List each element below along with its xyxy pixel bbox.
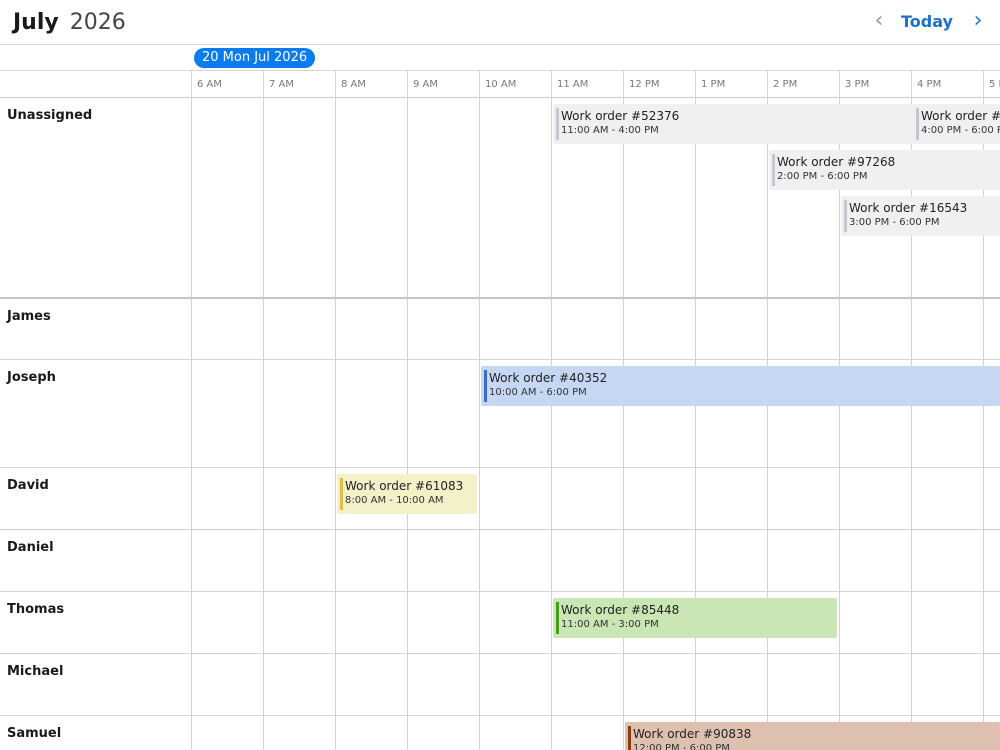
event-work-order-8[interactable]: Work order #8 4:00 PM - 6:00 PM xyxy=(913,104,1000,144)
calendar-header: July 2026 ‹ Today › xyxy=(0,0,1000,45)
today-button[interactable]: Today xyxy=(901,12,953,31)
time-divider xyxy=(911,71,912,98)
event-title: Work order #40352 xyxy=(489,371,608,385)
event-color-bar xyxy=(844,200,847,232)
event-color-bar xyxy=(772,154,775,186)
time-label: 8 AM xyxy=(341,79,367,90)
resource-name: Samuel xyxy=(7,726,62,741)
time-divider xyxy=(479,71,480,98)
event-title: Work order #52376 xyxy=(561,109,680,123)
time-header: 6 AM 7 AM 8 AM 9 AM 10 AM 11 AM 12 PM 1 … xyxy=(0,70,1000,98)
resource-name: David xyxy=(7,478,49,493)
resource-name: Michael xyxy=(7,664,64,679)
event-time: 3:00 PM - 6:00 PM xyxy=(849,217,940,228)
time-label: 2 PM xyxy=(773,79,798,90)
time-label: 5 P xyxy=(989,79,1000,90)
time-label: 10 AM xyxy=(485,79,517,90)
time-divider xyxy=(407,71,408,98)
year-label: 2026 xyxy=(69,10,126,35)
time-label: 11 AM xyxy=(557,79,589,90)
event-time: 8:00 AM - 10:00 AM xyxy=(345,495,444,506)
resource-row-thomas: Thomas xyxy=(0,592,1000,654)
time-divider xyxy=(767,71,768,98)
resource-row-michael: Michael xyxy=(0,654,1000,716)
time-divider xyxy=(839,71,840,98)
event-work-order-90838[interactable]: Work order #90838 12:00 PM - 6:00 PM xyxy=(625,722,1000,750)
event-work-order-97268[interactable]: Work order #97268 2:00 PM - 6:00 PM xyxy=(769,150,1000,190)
event-time: 2:00 PM - 6:00 PM xyxy=(777,171,868,182)
time-label: 6 AM xyxy=(197,79,223,90)
event-color-bar xyxy=(484,370,487,402)
time-label: 7 AM xyxy=(269,79,295,90)
event-time: 12:00 PM - 6:00 PM xyxy=(633,743,730,750)
time-label: 3 PM xyxy=(845,79,870,90)
event-time: 4:00 PM - 6:00 PM xyxy=(921,125,1000,136)
time-label: 12 PM xyxy=(629,79,660,90)
resource-row-james: James xyxy=(0,299,1000,360)
time-divider xyxy=(335,71,336,98)
event-work-order-61083[interactable]: Work order #61083 8:00 AM - 10:00 AM xyxy=(337,474,477,514)
time-divider xyxy=(263,71,264,98)
event-color-bar xyxy=(916,108,919,140)
chevron-right-icon[interactable]: › xyxy=(967,10,989,34)
resource-name: Daniel xyxy=(7,540,54,555)
event-title: Work order #85448 xyxy=(561,603,680,617)
event-color-bar xyxy=(628,726,631,750)
resource-name: Thomas xyxy=(7,602,65,617)
time-divider xyxy=(983,71,984,98)
page-title: July 2026 xyxy=(13,9,126,37)
month-label: July xyxy=(13,10,59,35)
event-title: Work order #97268 xyxy=(777,155,896,169)
time-divider xyxy=(623,71,624,98)
time-label: 4 PM xyxy=(917,79,942,90)
event-title: Work order #16543 xyxy=(849,201,968,215)
event-title: Work order #8 xyxy=(921,109,1000,123)
resource-name: Unassigned xyxy=(7,108,93,123)
chevron-left-icon[interactable]: ‹ xyxy=(868,10,890,34)
resource-row-david: David xyxy=(0,468,1000,530)
resource-name: James xyxy=(7,309,51,324)
event-time: 10:00 AM - 6:00 PM xyxy=(489,387,587,398)
event-color-bar xyxy=(340,478,343,510)
time-label: 9 AM xyxy=(413,79,439,90)
time-divider xyxy=(551,71,552,98)
time-divider xyxy=(695,71,696,98)
date-badge[interactable]: 20 Mon Jul 2026 xyxy=(194,48,316,68)
time-label: 1 PM xyxy=(701,79,726,90)
event-work-order-16543[interactable]: Work order #16543 3:00 PM - 6:00 PM xyxy=(841,196,1000,236)
schedule-grid: Unassigned James Joseph David Daniel Tho… xyxy=(0,98,1000,750)
event-work-order-52376[interactable]: Work order #52376 11:00 AM - 4:00 PM xyxy=(553,104,915,144)
event-color-bar xyxy=(556,108,559,140)
event-time: 11:00 AM - 4:00 PM xyxy=(561,125,659,136)
event-work-order-85448[interactable]: Work order #85448 11:00 AM - 3:00 PM xyxy=(553,598,837,638)
time-divider xyxy=(191,71,192,98)
event-title: Work order #90838 xyxy=(633,727,752,741)
resource-row-daniel: Daniel xyxy=(0,530,1000,592)
event-time: 11:00 AM - 3:00 PM xyxy=(561,619,659,630)
event-work-order-40352[interactable]: Work order #40352 10:00 AM - 6:00 PM xyxy=(481,366,1000,406)
resource-name: Joseph xyxy=(7,370,56,385)
event-title: Work order #61083 xyxy=(345,479,464,493)
event-color-bar xyxy=(556,602,559,634)
